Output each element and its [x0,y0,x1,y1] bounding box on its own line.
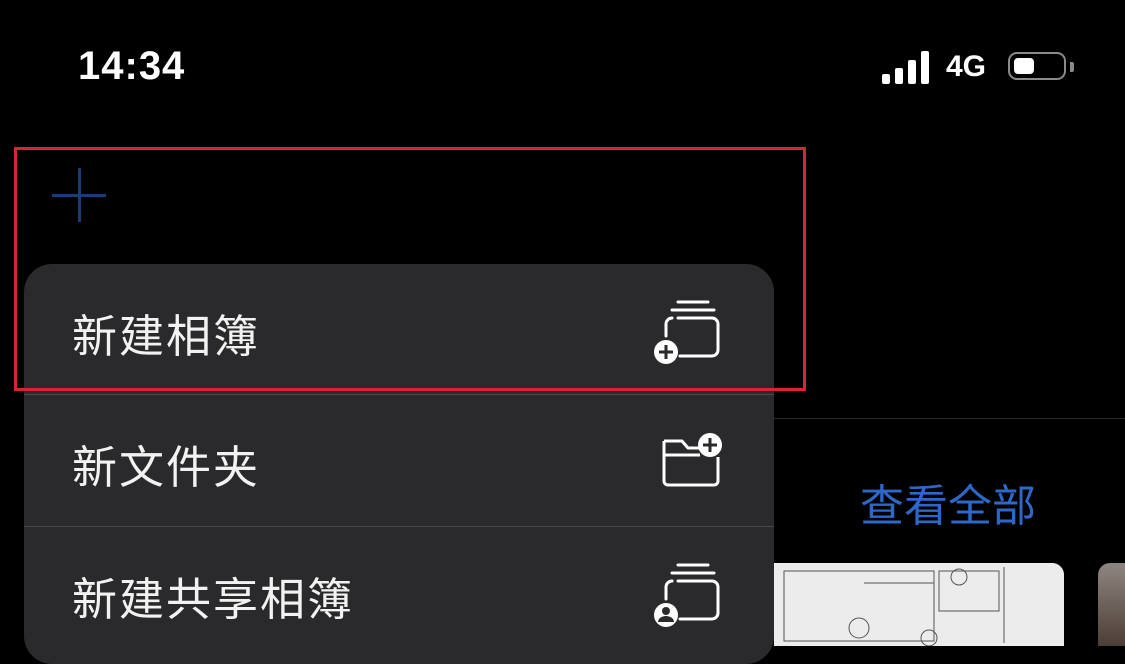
cellular-signal-icon [882,50,934,84]
status-time: 14:34 [78,44,186,88]
menu-item-label: 新文件夹 [72,441,261,494]
album-thumbnail-2[interactable] [1098,563,1125,646]
album-thumbnail[interactable] [774,563,1064,646]
battery-cap [1070,62,1074,72]
floorplan-thumbnail-image [774,563,1064,646]
menu-item-new-folder[interactable]: 新文件夹 [24,395,774,525]
menu-item-new-shared-album[interactable]: 新建共享相簿 [24,527,774,657]
battery-icon [1008,52,1066,80]
new-shared-album-icon [654,563,720,627]
highlight-box [14,147,806,391]
network-type: 4G [946,50,987,83]
section-divider [774,418,1125,419]
view-all-link[interactable]: 查看全部 [860,470,1036,534]
menu-item-label: 新建共享相簿 [72,573,355,626]
new-folder-icon [662,433,722,487]
